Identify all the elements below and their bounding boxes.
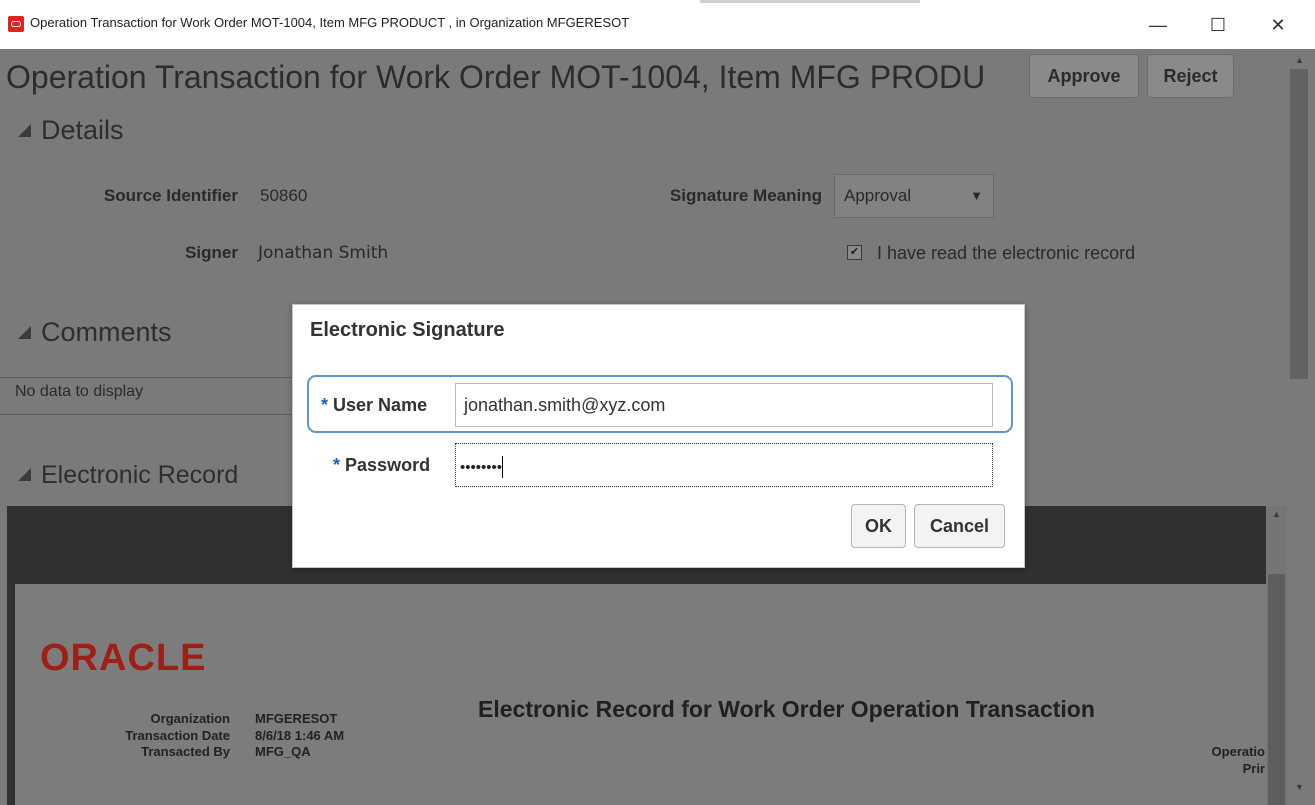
- signature-meaning-select[interactable]: Approval ▼: [834, 174, 994, 218]
- electronic-signature-dialog: Electronic Signature * User Name jonatha…: [292, 304, 1025, 568]
- minimize-button[interactable]: —: [1135, 10, 1181, 40]
- record-field-label: Transaction Date: [125, 728, 230, 743]
- username-input[interactable]: jonathan.smith@xyz.com: [455, 383, 993, 427]
- scroll-down-arrow-icon[interactable]: ▼: [1295, 782, 1304, 792]
- source-identifier-value: 50860: [260, 186, 308, 205]
- required-icon: *: [333, 455, 341, 475]
- username-label: * User Name: [321, 395, 427, 416]
- maximize-button[interactable]: ☐: [1195, 10, 1241, 40]
- signer-label: Signer: [185, 243, 238, 262]
- signature-meaning-label: Signature Meaning: [669, 186, 822, 205]
- record-field-label: Organization: [150, 711, 230, 726]
- close-button[interactable]: ✕: [1255, 10, 1301, 40]
- app-icon: [8, 16, 24, 32]
- dropdown-arrow-icon: ▼: [970, 188, 983, 203]
- read-record-label: I have read the electronic record: [877, 243, 1136, 263]
- divider: [0, 414, 300, 415]
- oracle-logo: ORACLE: [40, 637, 207, 679]
- record-title: Electronic Record for Work Order Operati…: [478, 696, 1095, 722]
- password-input[interactable]: ••••••••: [455, 443, 993, 487]
- window-titlebar: Operation Transaction for Work Order MOT…: [0, 0, 1315, 50]
- record-clipped-text: Operatio: [1211, 744, 1265, 759]
- signature-meaning-value: Approval: [844, 186, 912, 205]
- record-field-label: Transacted By: [141, 744, 230, 759]
- divider: [0, 377, 300, 378]
- source-identifier-label: Source Identifier: [103, 186, 238, 205]
- details-heading: Details: [41, 115, 124, 145]
- record-document: [15, 584, 1267, 805]
- scroll-up-arrow-icon[interactable]: ▲: [1295, 55, 1304, 65]
- username-label-text: User Name: [333, 395, 428, 415]
- cancel-button[interactable]: Cancel: [914, 504, 1005, 548]
- collapse-triangle-icon: [18, 468, 31, 481]
- comments-heading: Comments: [41, 317, 172, 347]
- background-strip: [700, 0, 920, 3]
- window-title: Operation Transaction for Work Order MOT…: [30, 15, 630, 30]
- record-field-value: MFGERESOT: [255, 711, 338, 726]
- record-scrollbar-thumb[interactable]: [1268, 574, 1285, 805]
- password-label: * Password: [333, 455, 430, 476]
- page-scrollbar-thumb[interactable]: [1290, 69, 1308, 379]
- collapse-triangle-icon: [18, 124, 31, 137]
- approve-button[interactable]: Approve: [1029, 54, 1139, 98]
- record-clipped-text: Prir: [1242, 761, 1265, 776]
- ok-button[interactable]: OK: [851, 504, 906, 548]
- record-field-value: 8/6/18 1:46 AM: [255, 728, 345, 743]
- record-field-value: MFG_QA: [255, 744, 311, 759]
- electronic-record-heading: Electronic Record: [41, 461, 239, 489]
- dialog-title: Electronic Signature: [310, 319, 505, 341]
- details-section-header[interactable]: Details: [18, 115, 124, 146]
- signer-value: Jonathan Smith: [258, 243, 389, 263]
- required-icon: *: [321, 395, 329, 415]
- text-cursor: [502, 456, 504, 478]
- password-label-text: Password: [345, 455, 431, 475]
- reject-button[interactable]: Reject: [1147, 54, 1234, 98]
- electronic-record-section-header[interactable]: Electronic Record: [18, 461, 238, 490]
- collapse-triangle-icon: [18, 326, 31, 339]
- comments-empty-text: No data to display: [15, 383, 144, 400]
- password-masked-value: ••••••••: [460, 459, 503, 476]
- scroll-up-arrow-icon[interactable]: ▲: [1272, 509, 1281, 519]
- comments-section-header[interactable]: Comments: [18, 317, 172, 348]
- page-title: Operation Transaction for Work Order MOT…: [6, 59, 986, 95]
- read-record-checkbox[interactable]: ✔: [847, 245, 862, 260]
